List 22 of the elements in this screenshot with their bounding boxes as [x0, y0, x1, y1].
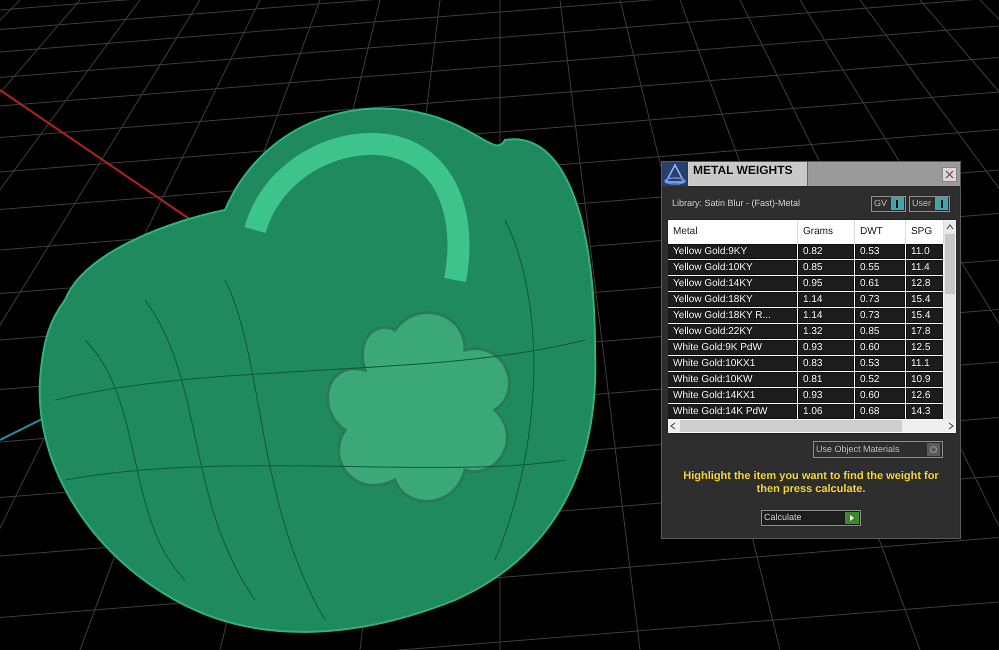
option-label: Use Object Materials: [816, 442, 900, 456]
toggle-control[interactable]: User: [908, 196, 950, 212]
toggle-label: GV: [874, 196, 887, 210]
scroll-left-icon: [670, 422, 676, 430]
horizontal-scrollbar[interactable]: [668, 419, 956, 433]
play-icon: [845, 512, 859, 524]
window-title: METAL WEIGHTS: [688, 162, 808, 186]
scroll-right-icon: [948, 422, 954, 430]
toggle-switch[interactable]: [927, 443, 940, 456]
calculate-button[interactable]: Calculate: [761, 510, 861, 526]
pyramid-logo-icon: [662, 162, 688, 186]
close-button[interactable]: [942, 166, 957, 182]
toggle-label: User: [912, 196, 931, 210]
toggle-control[interactable]: GV: [870, 196, 906, 212]
scroll-up-icon: [946, 224, 954, 230]
use-object-materials-control[interactable]: Use Object Materials: [813, 441, 943, 458]
instruction-text: Highlight the item you want to find the weight for then press calculate.: [682, 470, 940, 496]
toggle-switch[interactable]: [890, 197, 904, 210]
toggle-switch[interactable]: [935, 197, 948, 210]
vertical-scrollbar[interactable]: [944, 220, 956, 419]
library-label: Library: Satin Blur - (Fast)-Metal: [672, 196, 800, 210]
close-icon: [945, 170, 954, 178]
